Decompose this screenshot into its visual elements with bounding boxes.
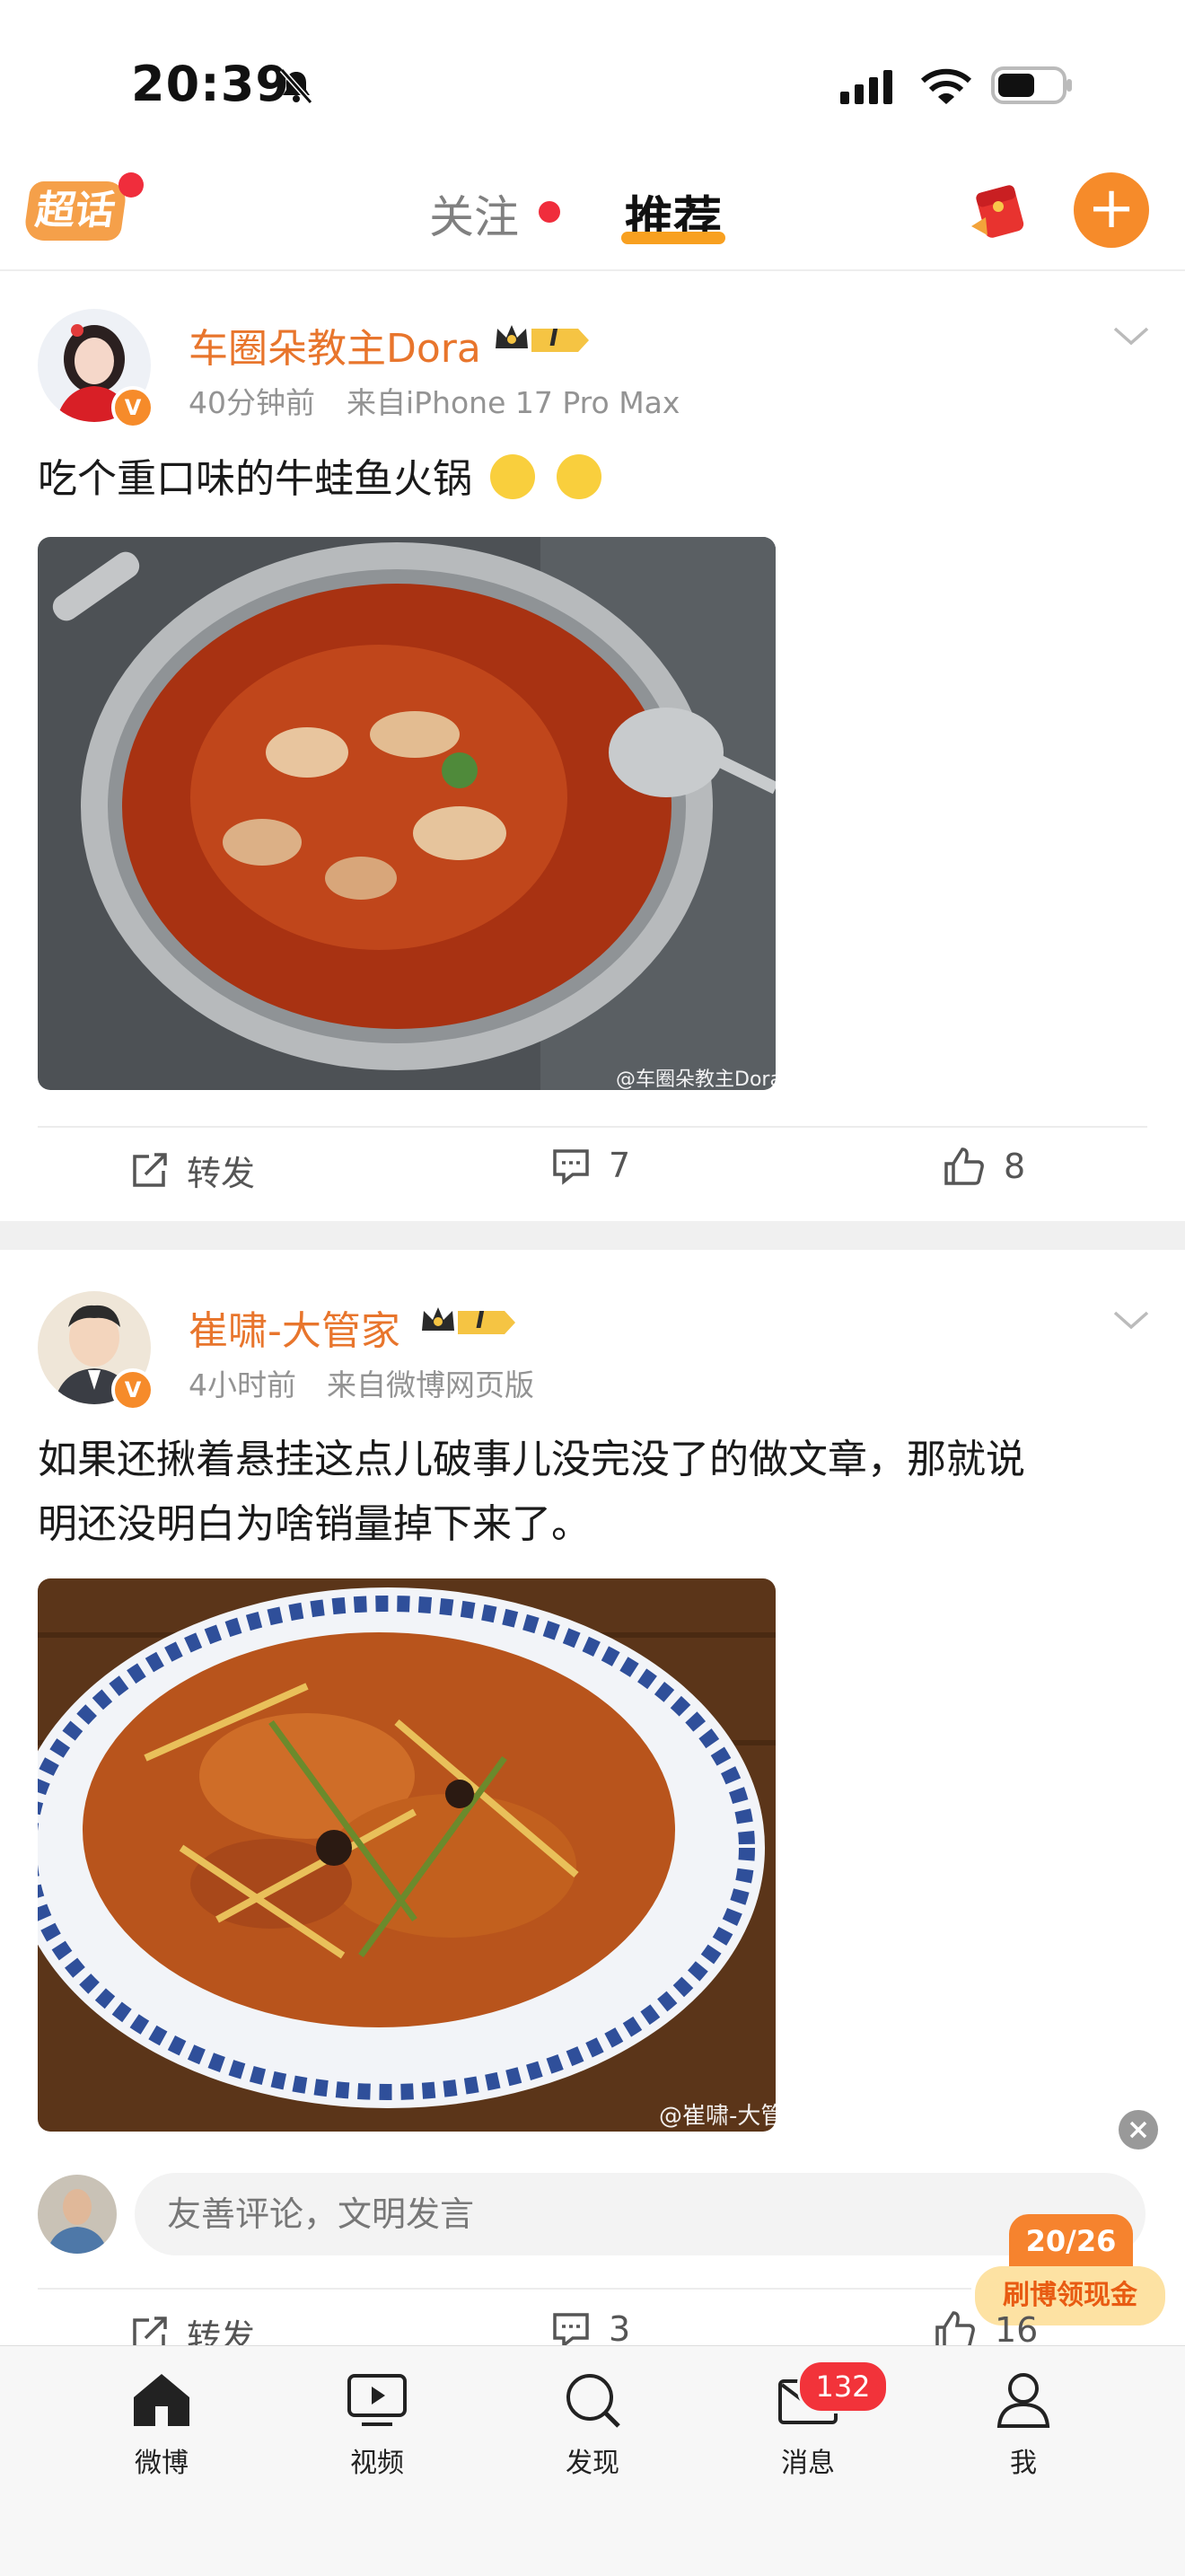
post-separator [0, 1221, 1185, 1250]
post-time: 4小时前 [189, 1367, 296, 1402]
post-image[interactable] [38, 1578, 776, 2132]
post-text-line: 明还没明白为啥销量掉下来了。 [38, 1501, 591, 1547]
like-count: 16 [995, 2310, 1039, 2350]
tab-label: 消息 [781, 2448, 835, 2479]
action-divider [38, 2288, 971, 2290]
emoji-smile-icon [557, 454, 601, 499]
tab-label: 微博 [135, 2448, 189, 2479]
home-icon [134, 2374, 189, 2426]
post-text: 吃个重口味的牛蛙鱼火锅 [38, 456, 472, 502]
post-text-line: 如果还揪着悬挂这点儿破事儿没完没了的做文章，那就说 [38, 1437, 1025, 1482]
comment-count: 3 [609, 2309, 631, 2349]
thumbs-up-icon [944, 1147, 984, 1185]
tab-follow[interactable]: 关注 [429, 181, 519, 246]
comment-button[interactable]: 7 [551, 1146, 630, 1185]
close-icon[interactable] [1119, 2110, 1158, 2150]
comment-count: 7 [609, 1146, 631, 1185]
comment-icon [553, 1149, 589, 1185]
status-time: 20:39 [131, 56, 290, 112]
author-name[interactable]: 车圈朵教主Dora [189, 316, 481, 374]
repost-icon [133, 1152, 167, 1187]
chevron-down-icon[interactable] [1111, 1306, 1151, 1332]
wifi-icon [920, 68, 972, 104]
verified-badge-icon: V [111, 386, 154, 429]
profile-icon [996, 2373, 1050, 2428]
post-source: 来自iPhone 17 Pro Max [347, 385, 680, 420]
level-label: I [549, 325, 558, 352]
bell-muted-icon [279, 68, 313, 104]
tab-follow-dot [539, 201, 560, 223]
tab-weibo[interactable]: 微博 [108, 2370, 215, 2480]
image-watermark: @崔啸-大管家 [659, 2103, 808, 2130]
post-card: V 崔啸-大管家 I 4小时前 来自微博网页版 如果还揪着悬挂这点儿破事儿没完没… [0, 1250, 1185, 2357]
repost-button[interactable]: 转发 [129, 1146, 255, 1195]
comment-icon [553, 2313, 589, 2349]
message-count-badge: 132 [797, 2360, 889, 2413]
verified-badge-icon: V [111, 1368, 154, 1411]
like-count: 8 [1004, 1147, 1026, 1186]
post-card: V 车圈朵教主Dora I 40分钟前 来自iPhone 17 Pro Max … [0, 271, 1185, 1221]
member-crown-icon [496, 325, 589, 352]
tab-label: 视频 [350, 2448, 404, 2479]
battery-icon [991, 66, 1072, 104]
tab-label: 发现 [566, 2448, 619, 2479]
repost-label: 转发 [187, 1154, 256, 1193]
comment-button[interactable]: 3 [551, 2309, 630, 2349]
emoji-smile-icon [490, 454, 535, 499]
promo-progress[interactable]: 20/26 [1009, 2214, 1133, 2266]
post-text: 如果还揪着悬挂这点儿破事儿没完没了的做文章，那就说 明还没明白为啥销量掉下来了。 [38, 1428, 1151, 1557]
chaohua-button[interactable]: 超话 [22, 181, 128, 241]
tab-discover[interactable]: 发现 [539, 2370, 646, 2480]
red-packet-icon[interactable] [968, 183, 1031, 239]
tab-video[interactable]: 视频 [323, 2370, 431, 2480]
action-divider [38, 1126, 1147, 1128]
comment-input[interactable]: 友善评论，文明发言 [135, 2173, 1146, 2255]
post-content: 吃个重口味的牛蛙鱼火锅 [38, 447, 601, 512]
post-image[interactable] [38, 537, 776, 1090]
tab-me[interactable]: 我 [970, 2370, 1077, 2480]
tab-label: 我 [1010, 2448, 1037, 2479]
post-time: 40分钟前 [189, 385, 315, 420]
tab-active-indicator [621, 232, 725, 244]
my-avatar [38, 2175, 117, 2254]
add-post-button[interactable]: + [1074, 172, 1149, 248]
image-watermark: @车圈朵教主Dora [616, 1068, 782, 1091]
chaohua-notification-dot [118, 172, 144, 198]
post-source: 来自微博网页版 [327, 1367, 534, 1402]
chevron-down-icon[interactable] [1111, 321, 1151, 348]
search-icon [566, 2374, 620, 2428]
author-name[interactable]: 崔啸-大管家 [189, 1298, 400, 1356]
cellular-signal-icon [840, 70, 892, 104]
video-icon [347, 2374, 407, 2426]
level-label: I [476, 1307, 485, 1334]
like-button[interactable]: 8 [943, 1146, 1025, 1187]
member-crown-icon [422, 1307, 515, 1334]
